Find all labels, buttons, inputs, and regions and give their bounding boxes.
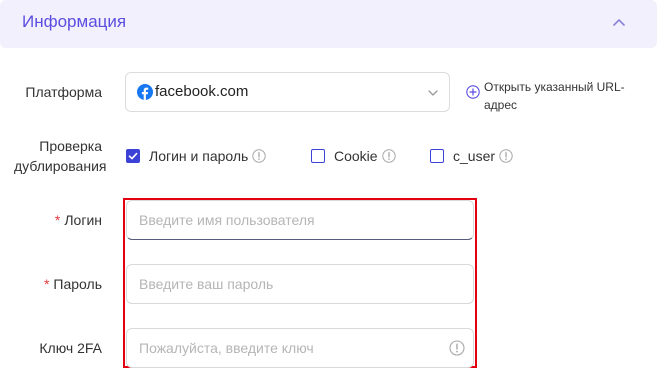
checkbox-label: Логин и пароль (149, 148, 249, 164)
info-icon[interactable] (499, 149, 513, 163)
checkbox-box[interactable] (311, 149, 325, 163)
platform-value: facebook.com (155, 83, 249, 100)
checkbox-box[interactable] (430, 149, 444, 163)
checkbox-label: Cookie (334, 148, 378, 164)
section-header[interactable]: Информация (0, 0, 657, 48)
login-input[interactable] (126, 200, 474, 240)
checkbox-cookie[interactable]: Cookie (311, 146, 396, 166)
info-icon[interactable] (381, 149, 396, 163)
password-input[interactable] (126, 264, 474, 304)
checkbox-login-password[interactable]: Логин и пароль (126, 146, 267, 166)
info-icon[interactable] (252, 149, 267, 163)
checkbox-c-user[interactable]: c_user (430, 146, 513, 166)
platform-label: Платформа (25, 84, 102, 100)
twofa-label: Ключ 2FA (39, 340, 102, 356)
check-icon (128, 152, 138, 160)
required-mark: * (54, 212, 61, 228)
plus-circle-icon[interactable] (466, 85, 480, 99)
facebook-icon (137, 84, 153, 100)
open-url-text[interactable]: Открыть указанный URL-адрес (484, 78, 649, 114)
platform-select[interactable]: facebook.com (125, 72, 450, 112)
checkbox-label: c_user (453, 148, 496, 164)
required-mark: * (43, 276, 50, 292)
section-title: Информация (22, 12, 127, 31)
password-label: * Пароль (43, 276, 102, 292)
duplicate-check-label: Проверка дублирования (14, 138, 107, 174)
chevron-down-icon[interactable] (427, 87, 439, 99)
twofa-input[interactable] (126, 328, 474, 368)
checkbox-box[interactable] (126, 149, 140, 163)
login-label: * Логин (54, 212, 102, 228)
chevron-up-icon[interactable] (611, 15, 627, 31)
info-icon[interactable] (449, 340, 465, 356)
